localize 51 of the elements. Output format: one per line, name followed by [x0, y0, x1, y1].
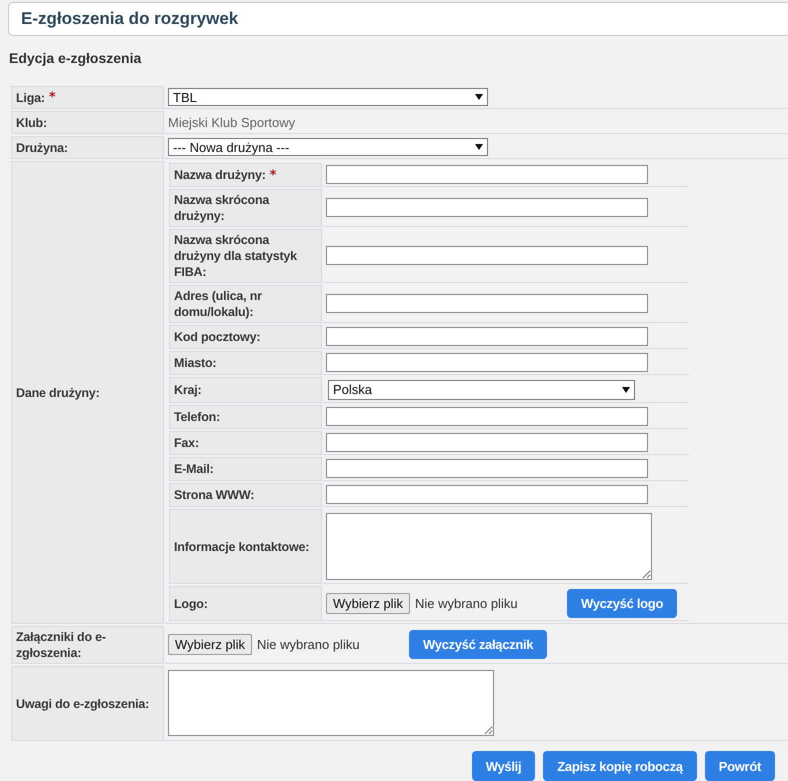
caret-icon — [475, 144, 483, 150]
input-field[interactable] — [326, 165, 648, 184]
caret-icon — [475, 94, 483, 100]
required-mark: * — [48, 90, 56, 105]
input-field[interactable] — [326, 353, 648, 372]
clear-button[interactable]: Wyczyść logo — [566, 588, 678, 618]
input-field[interactable] — [326, 294, 648, 313]
field-value: Miejski Klub Sportowy — [168, 114, 296, 130]
section-title: Edycja e-zgłoszenia — [9, 50, 142, 66]
choose-file-button[interactable]: Wybierz plik — [168, 634, 252, 655]
text-area[interactable] — [168, 670, 494, 736]
field-label: Telefon: — [174, 409, 220, 425]
file-status: Nie wybrano pliku — [414, 596, 519, 610]
required-mark: * — [270, 168, 276, 182]
clear-button[interactable]: Wyczyść załącznik — [408, 630, 548, 659]
action-button[interactable]: Powrót — [704, 751, 775, 781]
field-label: Strona WWW: — [174, 487, 254, 503]
input-field[interactable] — [326, 407, 648, 426]
field-label: E-Mail: — [174, 461, 214, 477]
field-label: Nazwa skrócona drużyny: — [174, 192, 270, 224]
input-field[interactable] — [326, 327, 648, 346]
field-label: Kod pocztowy: — [174, 329, 260, 345]
text-area[interactable] — [326, 512, 652, 580]
field-label: Miasto: — [174, 355, 216, 371]
field-label: Liga: — [16, 90, 45, 106]
dropdown[interactable]: TBL — [168, 88, 488, 106]
caret-icon — [622, 386, 630, 392]
input-field[interactable] — [326, 198, 648, 217]
field-label: Nazwa skrócona drużyny dla statystyk FIBA: — [174, 232, 298, 280]
file-status: Nie wybrano pliku — [256, 637, 361, 652]
field-label: Klub: — [16, 114, 47, 130]
dropdown[interactable]: Polska — [328, 380, 635, 400]
action-button[interactable]: Zapisz kopię roboczą — [543, 751, 697, 781]
field-label: Dane drużyny: — [16, 384, 100, 400]
input-field[interactable] — [326, 485, 648, 504]
field-label: Uwagi do e-zgłoszenia: — [16, 696, 150, 712]
field-label: Adres (ulica, nr domu/lokalu): — [174, 288, 263, 320]
field-label: Fax: — [174, 435, 199, 451]
action-button[interactable]: Wyślij — [472, 751, 536, 781]
field-label: Załączniki do e-zgłoszenia: — [16, 629, 107, 661]
input-field[interactable] — [326, 459, 648, 478]
input-field[interactable] — [326, 246, 648, 265]
dropdown[interactable]: --- Nowa drużyna --- — [168, 138, 488, 156]
page-title: E-zgłoszenia do rozgrywek — [21, 9, 238, 29]
field-label: Logo: — [174, 596, 208, 612]
field-label: Kraj: — [174, 382, 202, 398]
field-label: Drużyna: — [16, 140, 68, 156]
choose-file-button[interactable]: Wybierz plik — [326, 592, 410, 614]
field-label: Nazwa drużyny: — [174, 167, 266, 183]
field-label: Informacje kontaktowe: — [174, 538, 310, 554]
input-field[interactable] — [326, 433, 648, 452]
